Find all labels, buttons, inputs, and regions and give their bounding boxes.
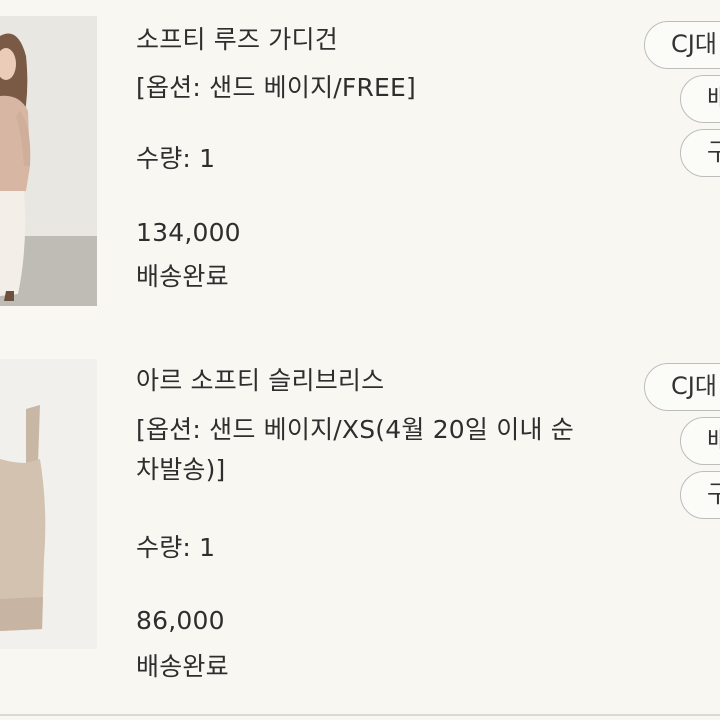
quantity-label: 수량: 1: [136, 533, 216, 562]
cardigan-photo-image: [0, 16, 97, 306]
courier-tracking-button[interactable]: CJ대: [644, 363, 720, 411]
purchase-button[interactable]: 구: [680, 129, 720, 177]
sleeveless-photo-image: [0, 359, 97, 649]
price-label: 134,000: [136, 218, 241, 247]
product-option: [옵션: 샌드 베이지/FREE]: [136, 73, 416, 102]
product-name[interactable]: 아르 소프티 슬리브리스: [136, 363, 384, 399]
delivery-button[interactable]: 배: [680, 417, 720, 465]
product-thumbnail-cardigan[interactable]: [0, 16, 97, 306]
courier-tracking-button[interactable]: CJ대: [644, 21, 720, 69]
price-label: 86,000: [136, 606, 225, 635]
order-item-1: 소프티 루즈 가디건 [옵션: 샌드 베이지/FREE] 수량: 1 134,0…: [0, 0, 720, 330]
purchase-button[interactable]: 구: [680, 471, 720, 519]
product-name[interactable]: 소프티 루즈 가디건: [136, 22, 338, 58]
product-thumbnail-sleeveless[interactable]: [0, 359, 97, 649]
quantity-label: 수량: 1: [136, 144, 216, 173]
product-option: [옵션: 샌드 베이지/XS(4월 20일 이내 순차발송)]: [136, 415, 575, 484]
delivery-status: 배송완료: [136, 652, 229, 681]
delivery-status: 배송완료: [136, 262, 229, 291]
order-list-page: 소프티 루즈 가디건 [옵션: 샌드 베이지/FREE] 수량: 1 134,0…: [0, 0, 720, 720]
order-item-2: 아르 소프티 슬리브리스 [옵션: 샌드 베이지/XS(4월 20일 이내 순차…: [0, 340, 720, 710]
delivery-button[interactable]: 배: [680, 75, 720, 123]
divider: [0, 714, 720, 716]
